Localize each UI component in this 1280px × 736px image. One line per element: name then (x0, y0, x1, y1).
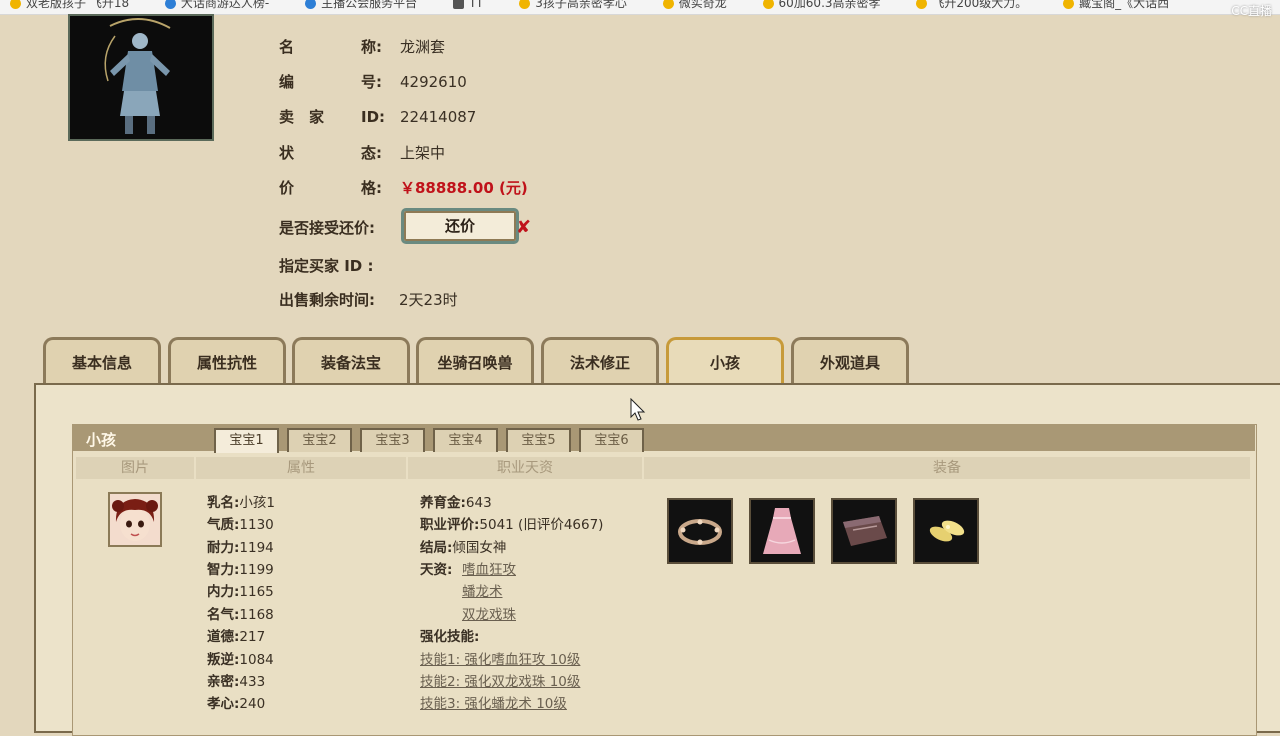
golden-slippers-icon (929, 520, 965, 542)
bookmark-4[interactable]: TT (443, 0, 483, 9)
attr-row: 内力:1165 (207, 584, 274, 600)
counter-offer-button[interactable]: 还价 (401, 208, 519, 244)
bookmark-3[interactable]: 主播公会服务平台 (295, 0, 417, 9)
star-icon (916, 0, 928, 9)
talents: 天资: (420, 562, 453, 578)
mouse-cursor-icon (630, 398, 646, 421)
star-icon (10, 0, 21, 9)
pink-dress-icon (763, 508, 801, 554)
attr-row: 气质:1130 (207, 517, 274, 533)
item-id: 4292610 (400, 73, 467, 91)
star-icon (762, 0, 774, 9)
globe-icon (164, 0, 176, 9)
bookmark-2[interactable]: 大话商游达人榜- (155, 0, 269, 9)
disabled-cross-icon: ✘ (516, 217, 532, 238)
tab-attributes[interactable]: 属性抗性 (168, 337, 286, 383)
enhanced-skill-link[interactable]: 技能3: 强化蟠龙术 10级 (420, 695, 567, 713)
enhanced-skill-link[interactable]: 技能2: 强化双龙戏珠 10级 (420, 673, 580, 691)
tab-appearance[interactable]: 外观道具 (791, 337, 909, 383)
talent-link[interactable]: 嗜血狂攻 (462, 561, 516, 579)
bookmark-7[interactable]: 60加60.3高亲密孝 (753, 0, 881, 9)
attr-row: 耐力:1194 (207, 540, 274, 556)
sub-tab-baby-5[interactable]: 宝宝5 (506, 428, 571, 452)
character-portrait (68, 14, 214, 141)
tab-equipment[interactable]: 装备法宝 (292, 337, 410, 383)
attr-row: 亲密:433 (207, 674, 266, 690)
talent-link[interactable]: 蟠龙术 (462, 583, 503, 601)
tab-spell-fix[interactable]: 法术修正 (541, 337, 659, 383)
equipment-slot-3[interactable] (831, 498, 897, 564)
bookmark-9[interactable]: 藏宝阁_《大话西 (1053, 0, 1169, 9)
attr-row: 智力:1199 (207, 562, 274, 578)
sub-tab-baby-4[interactable]: 宝宝4 (433, 428, 498, 452)
column-header-equipment: 装备 (644, 457, 1250, 479)
price-value: ￥88888.00 (元) (400, 179, 528, 197)
ending: 结局:倾国女神 (420, 540, 507, 556)
attr-row: 乳名:小孩1 (207, 495, 275, 511)
child-avatar (108, 492, 162, 547)
enhanced-skills-label: 强化技能: (420, 629, 480, 645)
bookmark-1[interactable]: 双老版孩子 飞升18 (0, 0, 129, 9)
child-face-icon (110, 494, 160, 545)
star-icon (662, 0, 674, 9)
career-rating: 职业评价:5041 (旧评价4667) (420, 517, 604, 533)
bookmarks-bar: 双老版孩子 飞升18 大话商游达人榜- 主播公会服务平台 TT 3孩子高亲密孝心… (0, 0, 1280, 15)
tab-basic-info[interactable]: 基本信息 (43, 337, 161, 383)
attr-row: 叛逆:1084 (207, 652, 274, 668)
sub-tab-baby-6[interactable]: 宝宝6 (579, 428, 644, 452)
seller-id: 22414087 (400, 108, 477, 126)
column-header-attributes: 属性 (196, 457, 406, 479)
bookmark-6[interactable]: 微实奇龙 (653, 0, 727, 9)
tab-children[interactable]: 小孩 (666, 337, 784, 383)
armored-character-icon (104, 17, 171, 134)
stream-watermark: CC直播 (1231, 4, 1272, 18)
sub-tab-baby-3[interactable]: 宝宝3 (360, 428, 425, 452)
talent-link[interactable]: 双龙戏珠 (462, 606, 516, 624)
status-value: 上架中 (400, 144, 446, 162)
children-section-title: 小孩 (86, 431, 117, 449)
attr-row: 名气:1168 (207, 607, 274, 623)
nurture-money: 养育金:643 (420, 495, 492, 511)
enhanced-skill-link[interactable]: 技能1: 强化嗜血狂攻 10级 (420, 651, 580, 669)
attr-row: 孝心:240 (207, 696, 266, 712)
equipment-slot-1[interactable] (667, 498, 733, 564)
star-icon (519, 0, 531, 9)
equipment-slot-4[interactable] (913, 498, 979, 564)
bookmark-8[interactable]: 飞升200级大力。 (906, 0, 1027, 9)
item-name: 龙渊套 (400, 38, 446, 56)
app-icon (452, 0, 464, 9)
sub-tab-baby-2[interactable]: 宝宝2 (287, 428, 352, 452)
attr-row: 道德:217 (207, 629, 266, 645)
remaining-time: 2天23时 (399, 291, 458, 309)
wreath-icon (678, 519, 722, 545)
sub-tab-baby-1[interactable]: 宝宝1 (214, 428, 279, 453)
column-header-career: 职业天资 (408, 457, 642, 479)
globe-icon (305, 0, 317, 9)
tab-mounts-pets[interactable]: 坐骑召唤兽 (416, 337, 534, 383)
treasure-box-icon (843, 516, 887, 546)
column-header-picture: 图片 (76, 457, 194, 479)
star-icon (1063, 0, 1075, 9)
equipment-slot-2[interactable] (749, 498, 815, 564)
bookmark-5[interactable]: 3孩子高亲密孝心 (509, 0, 627, 9)
